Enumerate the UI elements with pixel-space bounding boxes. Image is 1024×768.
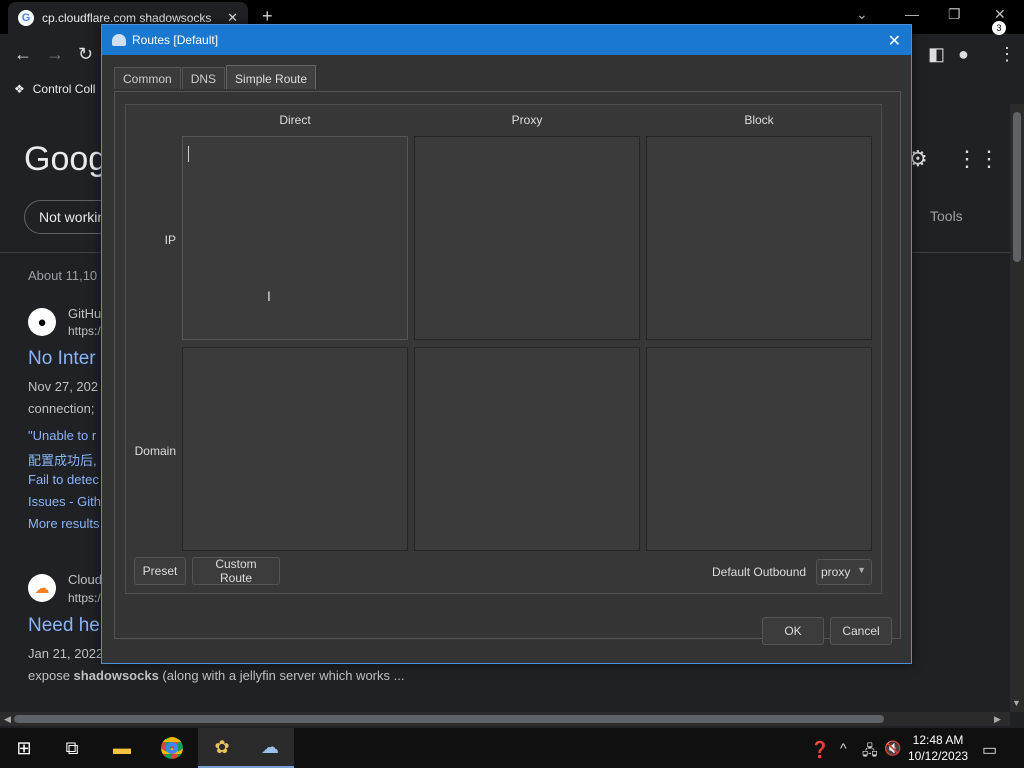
column-header-block: Block [744,113,774,127]
result-stats: About 11,10 [28,268,98,283]
scroll-down-icon[interactable]: ▼ [1012,698,1021,708]
file-explorer-icon[interactable]: ▬ [98,728,146,768]
text-caret [188,146,189,162]
tab-common[interactable]: Common [114,67,181,89]
app-icon [112,34,126,46]
notification-count-badge: 3 [992,21,1006,35]
notifications-icon[interactable]: ▭ [982,740,997,760]
browser-tab-title: cp.cloudflare.com shadowsocks [42,11,212,25]
dialog-title: Routes [Default] [132,33,219,47]
direct-domain-input[interactable] [182,347,408,551]
task-view-icon[interactable]: ⧉ [48,728,96,768]
row-header-domain: Domain [134,444,176,458]
default-outbound-label: Default Outbound [712,565,807,579]
scrollbar-thumb[interactable] [14,715,884,723]
horizontal-scrollbar[interactable] [0,712,1010,726]
routes-dialog: Routes [Default] ✕ Common DNS Simple Rou… [101,24,912,664]
result-site[interactable]: Cloud [68,572,102,587]
default-outbound-select[interactable]: proxy ▼ [816,559,872,585]
clock-date: 10/12/2023 [908,749,969,763]
bookmark-label: Control Coll [32,82,96,96]
restore-icon[interactable]: ❐ [948,6,961,23]
proxy-domain-input[interactable] [414,347,640,551]
chevron-up-icon[interactable]: ^ [840,740,847,756]
result-date: Nov 27, 202 [28,379,99,394]
block-domain-input[interactable] [646,347,872,551]
profile-icon[interactable]: ● [958,44,969,65]
google-favicon-icon: G [18,10,34,26]
reload-icon[interactable]: ↻ [78,44,93,65]
more-link[interactable]: 配置成功后, [28,450,97,469]
tab-simple-route[interactable]: Simple Route [226,65,317,89]
result-url[interactable]: https:/ [68,591,101,605]
more-link[interactable]: Fail to detec [28,472,99,487]
snippet-bold: shadowsocks [73,668,159,683]
result-snippet: connection; [28,401,95,416]
ok-button[interactable]: OK [762,617,824,645]
result-site[interactable]: GitHu [68,306,101,321]
chevron-down-icon[interactable]: ⌄ [856,6,868,23]
bookmark-icon: ❖ [14,82,25,96]
result-url[interactable]: https:/ [68,324,101,338]
scroll-left-icon[interactable]: ◀ [4,714,11,725]
tools-button[interactable]: Tools [930,208,963,224]
clock[interactable]: 12:48 AM 10/12/2023 [908,732,968,764]
block-ip-input[interactable] [646,136,872,340]
dialog-titlebar[interactable]: Routes [Default] ✕ [102,25,911,55]
ibeam-cursor-icon: I [267,288,271,304]
column-header-direct: Direct [279,113,311,127]
preset-button[interactable]: Preset [134,557,186,585]
snippet-text: expose [28,668,74,683]
result-title[interactable]: No Inter [28,348,96,370]
help-icon[interactable]: ❓ [810,740,830,760]
forward-icon[interactable]: → [46,44,64,65]
cloudflare-icon: ☁ [28,574,56,602]
more-link[interactable]: "Unable to r [28,428,96,443]
scroll-right-icon[interactable]: ▶ [994,714,1001,725]
github-icon: ● [28,308,56,336]
clock-time: 12:48 AM [912,733,964,747]
more-link[interactable]: Issues - Gith [28,494,101,509]
close-icon[interactable]: ✕ [888,31,901,51]
cancel-button[interactable]: Cancel [830,617,892,645]
minimize-icon[interactable]: — [905,6,919,22]
tab-dns[interactable]: DNS [181,67,226,89]
dialog-body: Common DNS Simple Route Direct Proxy Blo… [102,55,911,663]
chrome-icon[interactable] [148,728,196,768]
snippet-text: (along with a jellyfin server which work… [158,668,405,683]
bookmark-item[interactable]: ❖ Control Coll [14,82,95,96]
volume-muted-icon[interactable]: 🔇 [884,740,901,757]
scrollbar-thumb[interactable] [1013,112,1021,262]
route-grid: Direct Proxy Block IP Domain Preset Cust… [125,104,882,594]
vertical-scrollbar[interactable] [1010,104,1024,712]
default-outbound-value: proxy [821,565,851,579]
network-icon[interactable]: 🖧 [862,740,878,764]
back-icon[interactable]: ← [14,44,32,65]
result-title[interactable]: Need he [28,615,100,637]
chevron-down-icon: ▼ [857,565,866,575]
sidepanel-icon[interactable]: ◧ [928,44,945,65]
windows-start-icon[interactable]: ⊞ [0,728,48,768]
proxy-ip-input[interactable] [414,136,640,340]
row-header-ip: IP [164,233,176,247]
bee-app-icon[interactable]: ✿ [198,728,246,768]
vpn-client-icon[interactable]: ☁ [246,728,294,768]
apps-grid-icon[interactable]: ⋮⋮ [956,146,1000,172]
result-date: Jan 21, 2022 [28,646,104,661]
dialog-tabs: Common DNS Simple Route [114,65,317,91]
direct-ip-input[interactable] [182,136,408,340]
more-link[interactable]: More results [28,516,100,531]
simple-route-panel: Direct Proxy Block IP Domain Preset Cust… [114,91,901,639]
taskbar: ⊞ ⧉ ▬ ✿ ☁ ❓ ^ 🖧 🔇 12:48 AM 10/12/2023 ▭ [0,728,1024,768]
custom-route-button[interactable]: Custom Route [192,557,280,585]
result-snippet: expose shadowsocks (along with a jellyfi… [28,668,404,683]
column-header-proxy: Proxy [511,113,543,127]
menu-icon[interactable]: ⋮ [998,44,1016,65]
